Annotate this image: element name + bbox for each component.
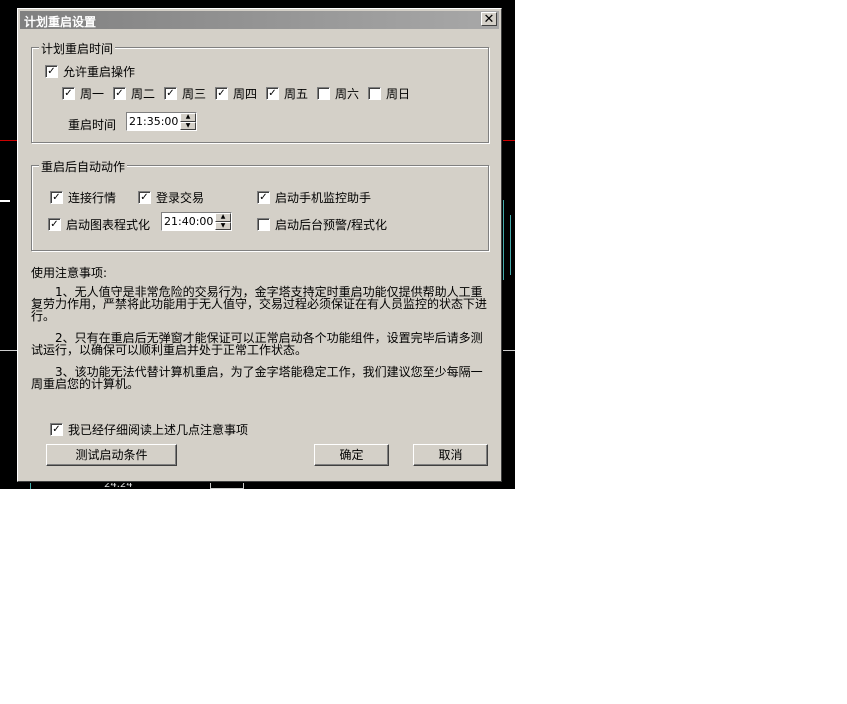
day-sunday-checkbox[interactable]: 周日: [368, 85, 410, 102]
dialog-title: 计划重启设置: [24, 15, 97, 29]
day-saturday-checkbox[interactable]: 周六: [317, 85, 359, 102]
connect-quotes-checkbox[interactable]: ✓ 连接行情: [50, 189, 116, 206]
chart-program-time-up-button[interactable]: ▲: [215, 213, 231, 222]
chart-program-time-spinner[interactable]: 21:40:00 ▲ ▼: [161, 212, 232, 231]
test-conditions-button[interactable]: 测试启动条件: [46, 444, 177, 466]
login-trade-label: 登录交易: [156, 191, 205, 205]
day-tuesday-label: 周二: [131, 87, 156, 101]
day-monday-box[interactable]: ✓: [62, 87, 75, 100]
acknowledge-checkbox[interactable]: ✓ 我已经仔细阅读上述几点注意事项: [50, 421, 248, 438]
login-trade-box[interactable]: ✓: [138, 191, 151, 204]
day-thursday-checkbox[interactable]: ✓ 周四: [215, 85, 257, 102]
chart-program-label: 启动图表程式化: [66, 218, 151, 232]
ok-button[interactable]: 确定: [314, 444, 389, 466]
chart-program-time-down-button[interactable]: ▼: [215, 221, 231, 230]
acknowledge-box[interactable]: ✓: [50, 423, 63, 436]
mobile-assistant-label: 启动手机监控助手: [275, 191, 372, 205]
day-wednesday-label: 周三: [182, 87, 207, 101]
day-sunday-box[interactable]: [368, 87, 381, 100]
arrow-up-icon: ▲: [220, 213, 226, 220]
restart-time-value[interactable]: 21:35:00: [127, 113, 180, 130]
day-saturday-label: 周六: [335, 87, 360, 101]
cancel-button[interactable]: 取消: [413, 444, 488, 466]
auto-actions-group-title: 重启后自动动作: [39, 158, 128, 175]
arrow-down-icon: ▼: [185, 121, 191, 129]
day-monday-label: 周一: [80, 87, 105, 101]
title-bar[interactable]: 计划重启设置 ✕: [20, 11, 499, 29]
arrow-down-icon: ▼: [220, 221, 226, 229]
allow-restart-checkbox[interactable]: ✓ 允许重启操作: [45, 63, 135, 80]
scheduled-restart-dialog: 计划重启设置 ✕ 计划重启时间 ✓ 允许重启操作 ✓ 周一 ✓ 周二 ✓ 周三 …: [17, 8, 502, 482]
day-friday-box[interactable]: ✓: [266, 87, 279, 100]
chart-program-time-value[interactable]: 21:40:00: [162, 213, 215, 230]
day-sunday-label: 周日: [386, 87, 411, 101]
schedule-group-title: 计划重启时间: [39, 40, 116, 57]
day-friday-label: 周五: [284, 87, 309, 101]
schedule-group: 计划重启时间 ✓ 允许重启操作 ✓ 周一 ✓ 周二 ✓ 周三 ✓ 周四 ✓ 周五…: [31, 40, 489, 143]
notes-title: 使用注意事项:: [31, 266, 108, 280]
day-thursday-box[interactable]: ✓: [215, 87, 228, 100]
allow-restart-box[interactable]: ✓: [45, 65, 58, 78]
day-wednesday-box[interactable]: ✓: [164, 87, 177, 100]
acknowledge-label: 我已经仔细阅读上述几点注意事项: [68, 423, 249, 437]
day-thursday-label: 周四: [233, 87, 258, 101]
restart-time-spinner[interactable]: 21:35:00 ▲ ▼: [126, 112, 197, 131]
restart-time-up-button[interactable]: ▲: [180, 113, 196, 122]
day-tuesday-box[interactable]: ✓: [113, 87, 126, 100]
chart-program-box[interactable]: ✓: [48, 218, 61, 231]
login-trade-checkbox[interactable]: ✓ 登录交易: [138, 189, 204, 206]
connect-quotes-box[interactable]: ✓: [50, 191, 63, 204]
chart-program-checkbox[interactable]: ✓ 启动图表程式化: [48, 216, 150, 233]
day-monday-checkbox[interactable]: ✓ 周一: [62, 85, 104, 102]
note-item: 3、该功能无法代替计算机重启，为了金字塔能稳定工作，我们建议您至少每隔一周重启您…: [31, 365, 483, 391]
auto-actions-group: 重启后自动动作 ✓ 连接行情 ✓ 登录交易 ✓ 启动手机监控助手 ✓ 启动图表程…: [31, 158, 489, 251]
background-alert-label: 启动后台预警/程式化: [275, 218, 388, 232]
day-wednesday-checkbox[interactable]: ✓ 周三: [164, 85, 206, 102]
day-tuesday-checkbox[interactable]: ✓ 周二: [113, 85, 155, 102]
restart-time-label: 重启时间: [68, 118, 117, 132]
allow-restart-label: 允许重启操作: [63, 65, 136, 79]
restart-time-down-button[interactable]: ▼: [180, 121, 196, 130]
day-friday-checkbox[interactable]: ✓ 周五: [266, 85, 308, 102]
mobile-assistant-checkbox[interactable]: ✓ 启动手机监控助手: [257, 189, 371, 206]
note-item: 2、只有在重启后无弹窗才能保证可以正常启动各个功能组件，设置完毕后请多测试运行，…: [31, 331, 483, 357]
mobile-assistant-box[interactable]: ✓: [257, 191, 270, 204]
background-alert-checkbox[interactable]: 启动后台预警/程式化: [257, 216, 387, 233]
connect-quotes-label: 连接行情: [68, 191, 117, 205]
close-icon: ✕: [483, 12, 495, 27]
background-alert-box[interactable]: [257, 218, 270, 231]
day-saturday-box[interactable]: [317, 87, 330, 100]
close-button[interactable]: ✕: [481, 12, 497, 26]
arrow-up-icon: ▲: [185, 113, 191, 120]
note-item: 1、无人值守是非常危险的交易行为，金字塔支持定时重启功能仅提供帮助人工重复劳力作…: [31, 285, 488, 323]
